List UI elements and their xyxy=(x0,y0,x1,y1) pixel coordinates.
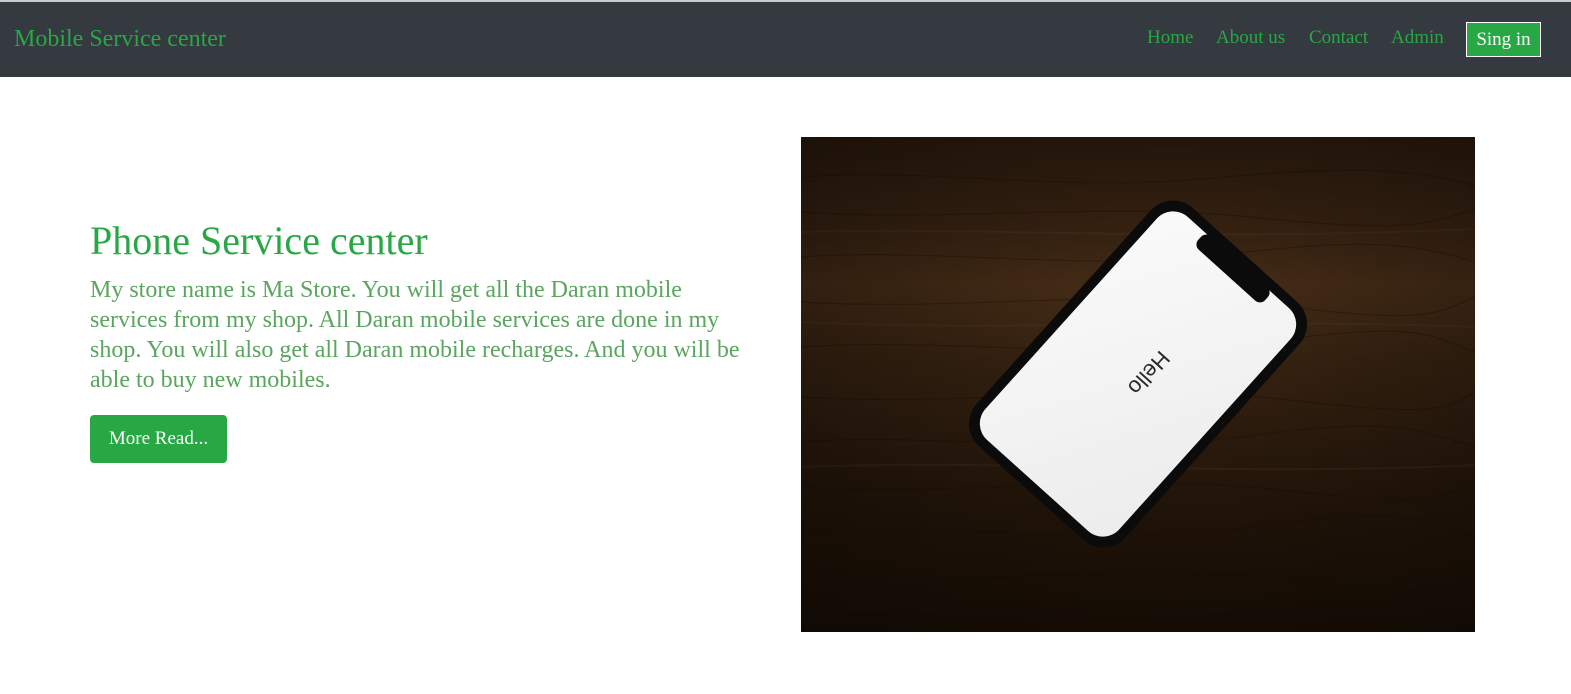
nav-link-about-us[interactable]: About us xyxy=(1216,26,1285,50)
hero-title: Phone Service center xyxy=(90,218,428,263)
more-read-button[interactable]: More Read... xyxy=(90,415,227,463)
brand-link[interactable]: Mobile Service center xyxy=(14,24,226,54)
navbar: Mobile Service center Home About us Cont… xyxy=(0,2,1571,77)
nav-link-contact[interactable]: Contact xyxy=(1309,26,1368,50)
sign-in-button[interactable]: Sing in xyxy=(1466,22,1541,57)
hero-description: My store name is Ma Store. You will get … xyxy=(90,277,740,393)
nav-link-admin[interactable]: Admin xyxy=(1391,26,1444,50)
nav-link-home[interactable]: Home xyxy=(1147,26,1193,50)
hero-phone-image: Hello xyxy=(801,137,1475,632)
